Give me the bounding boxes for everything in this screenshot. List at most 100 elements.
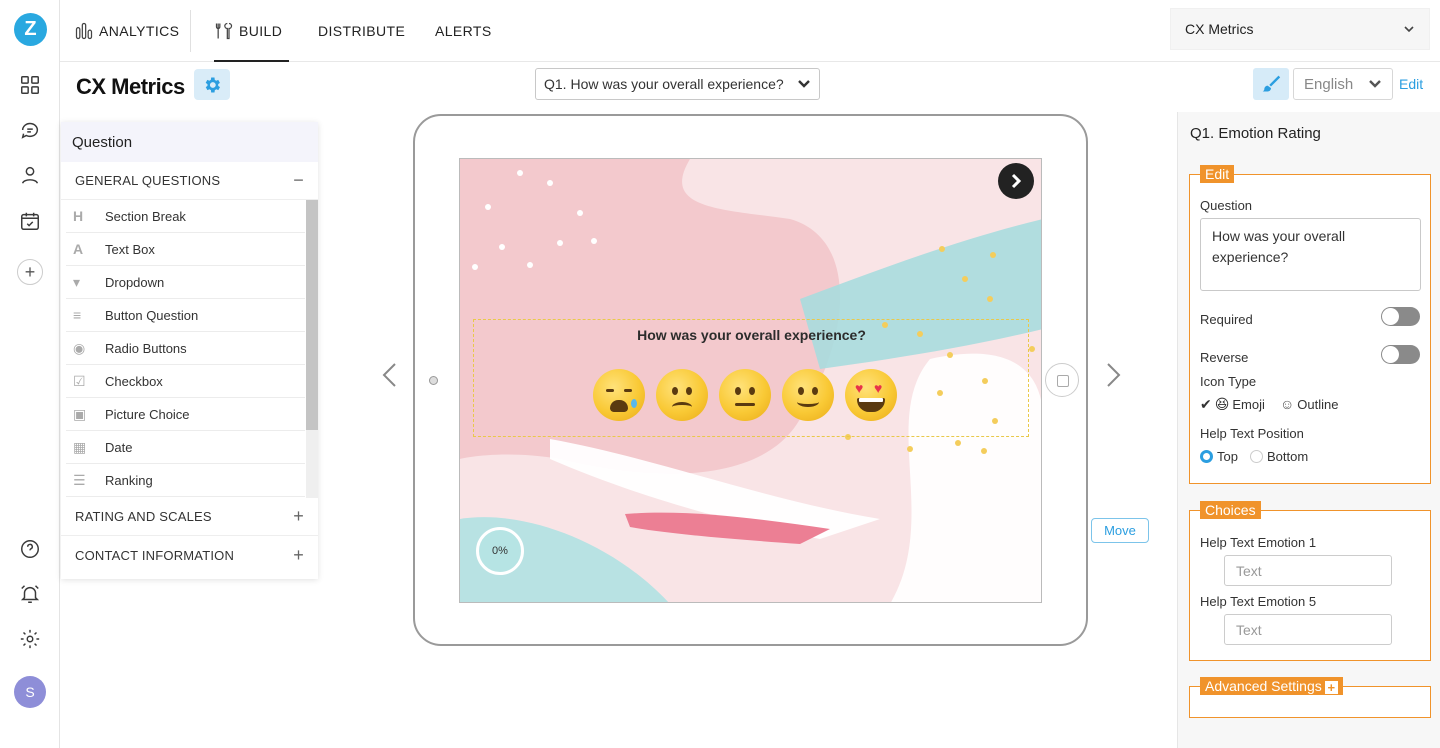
option-label: Outline xyxy=(1297,396,1339,412)
user-avatar[interactable]: S xyxy=(14,676,46,708)
settings-panel-title: Q1. Emotion Rating xyxy=(1190,125,1321,142)
edit-fieldset: Edit Question How was your overall exper… xyxy=(1189,165,1431,484)
text-icon: A xyxy=(73,241,84,257)
tab-analytics[interactable]: ANALYTICS xyxy=(74,0,179,62)
bar-chart-icon xyxy=(75,22,93,40)
dropdown-icon: ▾ xyxy=(73,273,81,290)
previous-question-arrow[interactable] xyxy=(381,362,397,388)
theme-brush-button[interactable] xyxy=(1253,68,1289,100)
question-type-radio-buttons[interactable]: ◉ Radio Buttons xyxy=(66,332,305,365)
gear-icon xyxy=(205,77,220,92)
section-contact-information[interactable]: CONTACT INFORMATION + xyxy=(61,536,318,574)
dashboard-icon[interactable] xyxy=(18,73,42,97)
radio-icon: ◉ xyxy=(73,339,86,356)
question-type-picture-choice[interactable]: ▣ Picture Choice xyxy=(66,398,305,431)
edit-language-link[interactable]: Edit xyxy=(1399,76,1423,92)
progress-indicator: 0% xyxy=(476,527,524,575)
progress-value: 0% xyxy=(492,545,508,557)
survey-select[interactable]: CX Metrics xyxy=(1170,8,1430,50)
list-item-label: Checkbox xyxy=(105,373,163,389)
position-top-radio[interactable]: Top xyxy=(1200,449,1238,464)
list-lines-icon: ≡ xyxy=(73,307,82,323)
emoji-icon: 😆 xyxy=(1214,396,1230,412)
image-icon: ▣ xyxy=(73,405,87,422)
radio-unselected-icon xyxy=(1250,450,1263,463)
help-text-emotion-1-input[interactable]: Text xyxy=(1224,555,1392,586)
expand-icon[interactable]: + xyxy=(293,506,304,527)
calendar-icon: ▦ xyxy=(73,438,87,455)
smile-emoji-icon[interactable] xyxy=(782,369,834,421)
calendar-check-icon[interactable] xyxy=(18,209,42,233)
question-type-ranking[interactable]: ☰ Ranking xyxy=(66,464,305,497)
chat-icon[interactable] xyxy=(18,118,42,142)
tab-distribute[interactable]: DISTRIBUTE xyxy=(318,0,405,62)
tab-build-label: BUILD xyxy=(239,23,283,39)
nav-divider xyxy=(190,10,191,52)
next-question-arrow[interactable] xyxy=(1106,362,1122,388)
question-library-panel: Question GENERAL QUESTIONS − H Section Br… xyxy=(61,122,318,579)
crying-emoji-icon[interactable] xyxy=(593,369,645,421)
preview-question-text: How was your overall experience? xyxy=(637,327,866,343)
alarm-bell-icon[interactable] xyxy=(18,582,42,606)
question-type-checkbox[interactable]: ☑ Checkbox xyxy=(66,365,305,398)
question-text-input[interactable]: How was your overall experience? xyxy=(1200,218,1421,291)
outline-face-icon: ☺ xyxy=(1280,396,1295,412)
reverse-toggle[interactable] xyxy=(1381,345,1420,364)
tablet-home-button-icon xyxy=(1045,363,1079,397)
survey-settings-button[interactable] xyxy=(194,69,230,100)
option-label: Top xyxy=(1217,449,1238,464)
question-type-section-break[interactable]: H Section Break xyxy=(66,200,305,233)
library-scrollbar[interactable] xyxy=(306,200,318,498)
checkbox-icon: ☑ xyxy=(73,372,86,389)
app-logo[interactable]: Z xyxy=(14,13,47,46)
required-toggle[interactable] xyxy=(1381,307,1420,326)
question-select[interactable]: Q1. How was your overall experience? xyxy=(535,68,820,100)
section-label: GENERAL QUESTIONS xyxy=(75,173,221,188)
help-text-emotion-5-input[interactable]: Text xyxy=(1224,614,1392,645)
tab-alerts-label: ALERTS xyxy=(435,23,492,39)
scrollbar-thumb[interactable] xyxy=(306,200,318,430)
question-select-value: Q1. How was your overall experience? xyxy=(544,76,784,92)
list-item-label: Radio Buttons xyxy=(105,340,187,356)
next-page-button[interactable] xyxy=(998,163,1034,199)
settings-gear-icon[interactable] xyxy=(18,627,42,651)
icon-type-emoji-option[interactable]: ✔ 😆 Emoji xyxy=(1200,396,1265,413)
advanced-settings-fieldset: Advanced Settings + xyxy=(1189,677,1431,718)
language-select[interactable]: English xyxy=(1293,68,1393,100)
user-icon[interactable] xyxy=(18,163,42,187)
move-button[interactable]: Move xyxy=(1091,518,1149,543)
question-type-date[interactable]: ▦ Date xyxy=(66,431,305,464)
required-label: Required xyxy=(1200,312,1253,327)
icon-type-outline-option[interactable]: ☺ Outline xyxy=(1280,396,1339,412)
sad-emoji-icon[interactable] xyxy=(656,369,708,421)
add-icon[interactable]: + xyxy=(17,259,43,285)
survey-preview-screen: How was your overall experience? ♥ ♥ 0% xyxy=(459,158,1042,603)
choices-legend: Choices xyxy=(1200,501,1261,519)
list-item-label: Dropdown xyxy=(105,274,165,290)
neutral-emoji-icon[interactable] xyxy=(719,369,771,421)
option-label: Bottom xyxy=(1267,449,1309,464)
position-bottom-radio[interactable]: Bottom xyxy=(1250,449,1308,464)
expand-icon[interactable]: + xyxy=(293,545,304,566)
question-type-text-box[interactable]: A Text Box xyxy=(66,233,305,266)
list-item-label: Section Break xyxy=(105,208,186,224)
tablet-camera-icon xyxy=(429,376,438,385)
section-rating-and-scales[interactable]: RATING AND SCALES + xyxy=(61,498,318,536)
section-label: CONTACT INFORMATION xyxy=(75,547,235,563)
heart-eyes-emoji-icon[interactable]: ♥ ♥ xyxy=(845,369,897,421)
section-general-questions[interactable]: GENERAL QUESTIONS − xyxy=(61,162,318,200)
section-label: RATING AND SCALES xyxy=(75,509,212,524)
tab-build[interactable]: BUILD xyxy=(214,0,289,62)
question-type-dropdown[interactable]: ▾ Dropdown xyxy=(66,266,305,299)
list-item-label: Text Box xyxy=(105,241,155,257)
collapse-icon[interactable]: − xyxy=(293,170,304,191)
heading-icon: H xyxy=(73,208,84,224)
help-icon[interactable] xyxy=(18,537,42,561)
list-item-label: Button Question xyxy=(105,307,199,323)
question-type-button-question[interactable]: ≡ Button Question xyxy=(66,299,305,332)
question-library-title: Question xyxy=(61,122,318,162)
chevron-down-icon xyxy=(798,80,810,88)
list-item-label: Date xyxy=(105,439,133,455)
tab-alerts[interactable]: ALERTS xyxy=(435,0,492,62)
advanced-settings-toggle[interactable]: Advanced Settings + xyxy=(1200,677,1343,695)
